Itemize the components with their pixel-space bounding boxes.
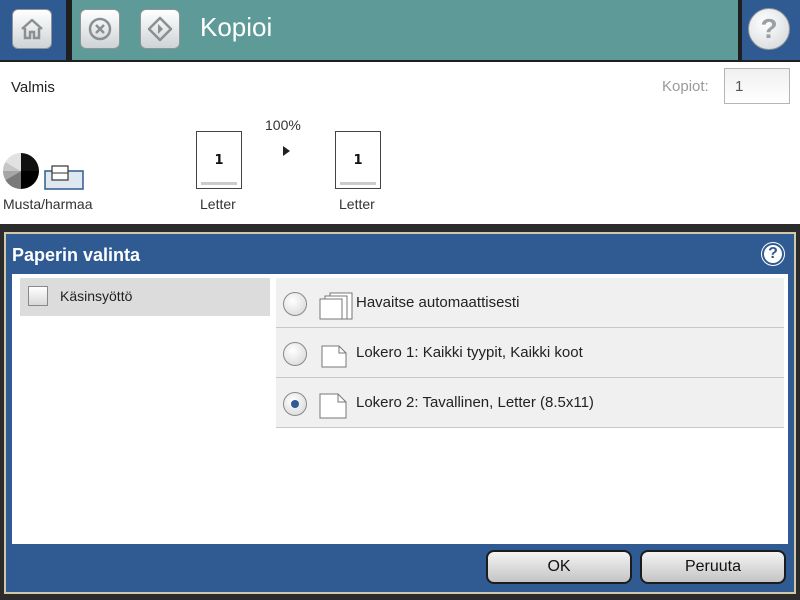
help-button[interactable]: ? (748, 8, 790, 50)
paper-selection-dialog: Paperin valinta ? Käsinsyöttö Havaitse a… (4, 232, 796, 594)
status-area: Valmis Kopiot: 1 100% 1 1 Letter Letter … (0, 62, 800, 224)
multi-page-icon (319, 292, 353, 320)
source-page-thumb[interactable]: 1 (196, 131, 242, 189)
page-icon (321, 345, 347, 368)
option-auto-detect[interactable]: Havaitse automaattisesti (276, 278, 784, 328)
option-tray-2-label: Lokero 2: Tavallinen, Letter (8.5x11) (356, 394, 594, 411)
top-bar: Kopioi ? (0, 0, 800, 62)
option-tray-2-radio[interactable] (283, 392, 307, 416)
stop-button[interactable] (80, 9, 120, 49)
option-auto-detect-radio[interactable] (283, 292, 307, 316)
source-page-number: 1 (214, 152, 224, 168)
dialog-help-button[interactable]: ? (762, 243, 784, 265)
dest-page-thumb[interactable]: 1 (335, 131, 381, 189)
option-tray-1[interactable]: Lokero 1: Kaikki tyypit, Kaikki koot (276, 328, 784, 378)
dialog-footer: OK Peruuta (6, 544, 794, 592)
scanner-icon (44, 165, 84, 190)
help-icon: ? (768, 245, 778, 262)
copies-label: Kopiot: (662, 78, 709, 95)
option-tray-1-label: Lokero 1: Kaikki tyypit, Kaikki koot (356, 344, 583, 361)
page-title: Kopioi (200, 12, 273, 42)
zoom-label: 100% (265, 117, 301, 133)
source-size-label: Letter (200, 196, 236, 212)
stop-icon (88, 17, 112, 41)
page-icon (319, 393, 347, 419)
home-icon (21, 18, 43, 40)
home-button[interactable] (12, 9, 52, 49)
start-button[interactable] (140, 9, 180, 49)
ok-button[interactable]: OK (486, 550, 632, 584)
dialog-body: Käsinsyöttö Havaitse automaattisesti Lok… (12, 274, 788, 544)
color-mode-label: Musta/harmaa (3, 196, 93, 212)
option-auto-detect-label: Havaitse automaattisesti (356, 294, 520, 311)
color-mode-icon[interactable] (2, 152, 40, 190)
dialog-title: Paperin valinta (12, 245, 141, 265)
manual-feed-checkbox[interactable] (28, 286, 48, 306)
manual-feed-item[interactable]: Käsinsyöttö (20, 278, 270, 316)
cancel-button[interactable]: Peruuta (640, 550, 786, 584)
option-tray-1-radio[interactable] (283, 342, 307, 366)
start-icon (147, 16, 173, 42)
option-tray-2[interactable]: Lokero 2: Tavallinen, Letter (8.5x11) (276, 378, 784, 428)
arrow-right-icon (283, 146, 290, 156)
dialog-header: Paperin valinta ? (6, 234, 794, 272)
help-icon: ? (760, 13, 778, 44)
dest-size-label: Letter (339, 196, 375, 212)
copies-input[interactable]: 1 (724, 68, 790, 104)
status-text: Valmis (11, 79, 55, 96)
manual-feed-label: Käsinsyöttö (60, 288, 133, 304)
dest-page-number: 1 (353, 152, 363, 168)
